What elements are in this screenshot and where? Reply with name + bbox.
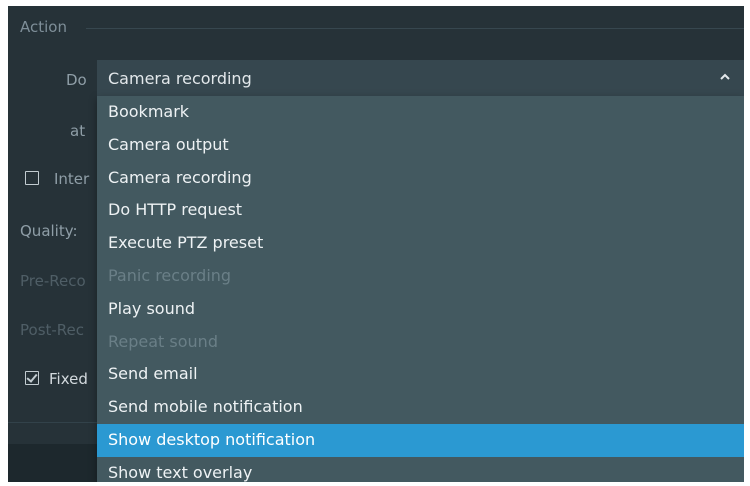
action-panel: Action Do at Inter Quality: Pre-Reco Pos… xyxy=(8,6,744,482)
action-type-dropdown-list: Bookmark Camera output Camera recording Do … xyxy=(97,96,744,482)
dropdown-option[interactable]: Camera recording xyxy=(97,162,744,195)
dropdown-option: Panic recording xyxy=(108,265,232,285)
dropdown-option[interactable]: Send mobile notification xyxy=(97,391,744,424)
dropdown-option[interactable]: Do HTTP request xyxy=(97,194,744,227)
dropdown-option[interactable]: Show text overlay xyxy=(97,457,744,482)
dropdown-option[interactable]: Bookmark xyxy=(97,96,744,129)
section-title: Action xyxy=(20,18,67,36)
dropdown-option[interactable]: Execute PTZ preset xyxy=(97,227,744,260)
action-type-value: Camera recording xyxy=(108,69,252,88)
fixed-checkbox[interactable] xyxy=(25,371,39,385)
dropdown-option[interactable]: Send email xyxy=(97,358,744,391)
dropdown-option[interactable]: Camera output xyxy=(97,129,744,162)
dropdown-option[interactable]: Show desktop notification xyxy=(97,423,744,457)
dropdown-option: Repeat sound xyxy=(108,331,218,351)
at-label: at xyxy=(70,122,86,140)
section-divider xyxy=(86,28,744,29)
do-label: Do xyxy=(66,71,87,89)
fixed-label: Fixed xyxy=(49,370,88,388)
interval-label: Inter xyxy=(54,170,90,188)
chevron-up-icon xyxy=(720,73,730,80)
interval-checkbox[interactable] xyxy=(25,171,39,185)
post-record-label: Post-Rec xyxy=(20,321,85,339)
pre-record-label: Pre-Reco xyxy=(20,272,86,290)
dropdown-option[interactable]: Play sound xyxy=(97,293,744,326)
action-type-select[interactable]: Camera recording xyxy=(97,60,744,96)
quality-label: Quality: xyxy=(20,222,78,240)
